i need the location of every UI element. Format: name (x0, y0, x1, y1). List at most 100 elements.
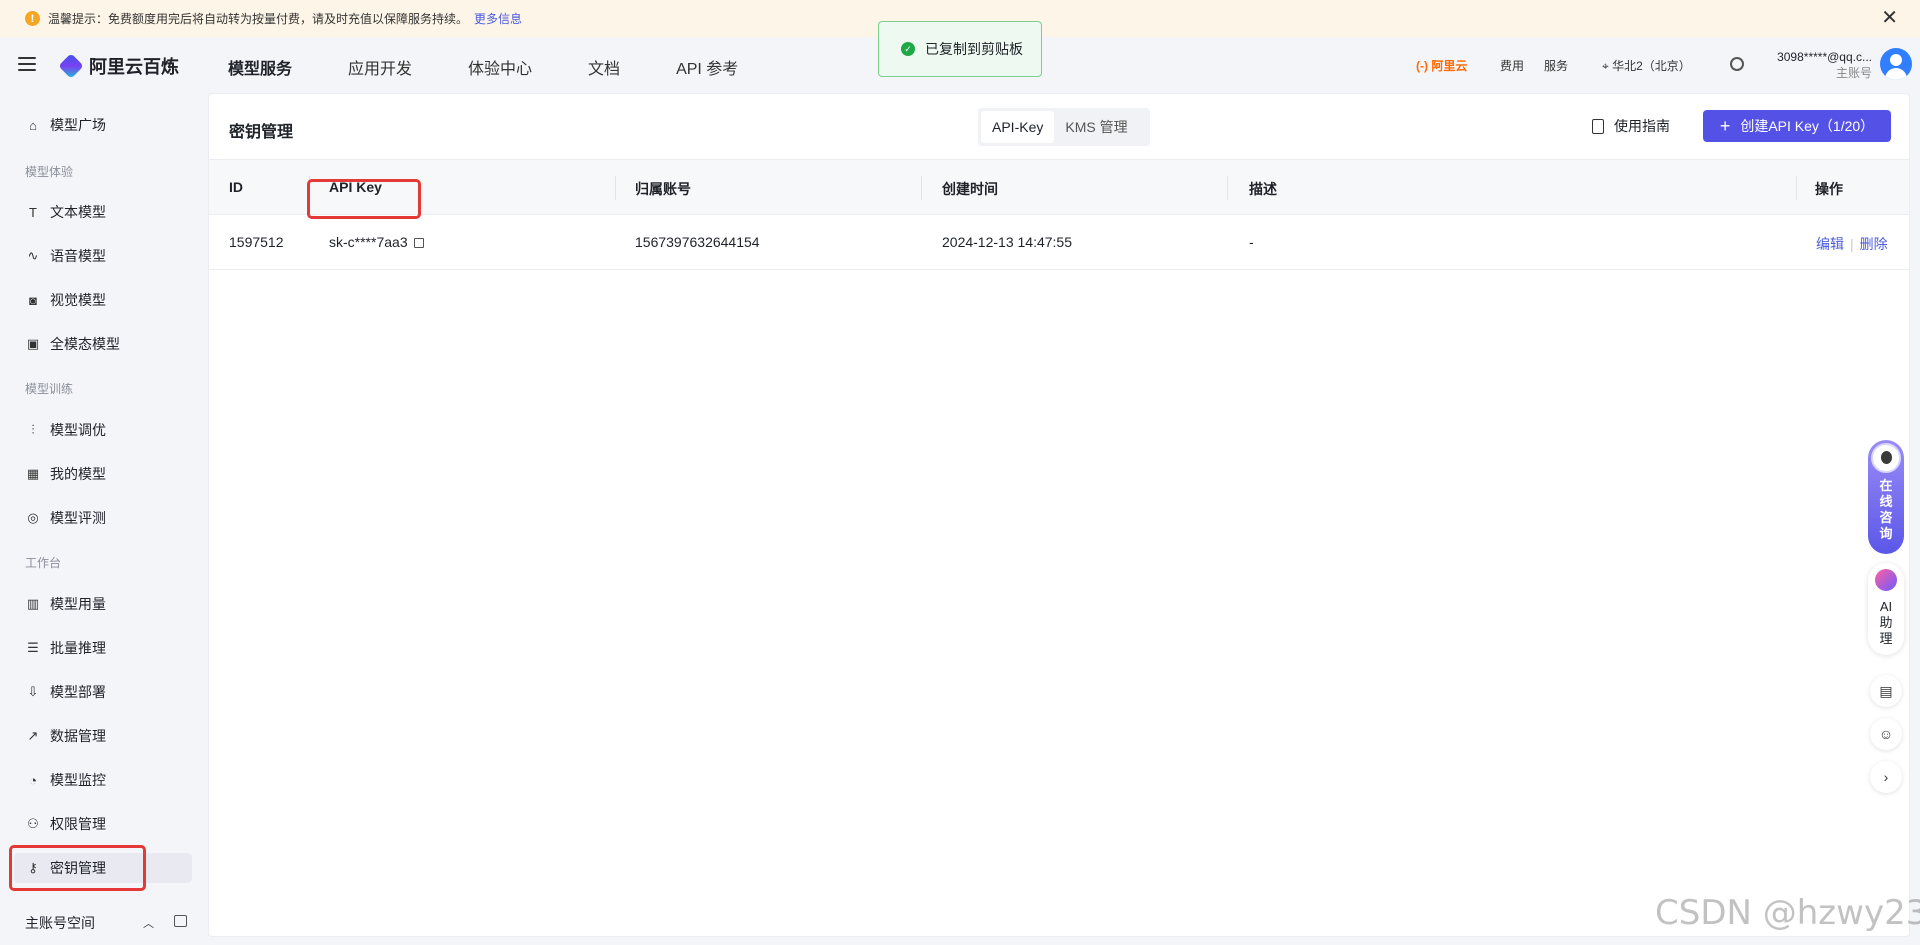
main-panel: 密钥管理 API-Key KMS 管理 使用指南 + 创建API Key（1/2… (208, 93, 1910, 937)
sidebar-group-workbench: 工作台 (25, 556, 62, 570)
sidebar-item-key-management[interactable]: ⚷ 密钥管理 (14, 853, 192, 883)
aliyun-logo[interactable]: (-) 阿里云 (1416, 57, 1467, 74)
sidebar-item-my-models[interactable]: ▦ 我的模型 (25, 459, 190, 489)
sidebar-item-label: 模型监控 (50, 772, 106, 788)
watermark: CSDN @hzwy23 (1655, 893, 1920, 933)
tab-kms[interactable]: KMS 管理 (1054, 111, 1138, 143)
sidebar-item-label: 模型评测 (50, 510, 106, 526)
create-api-key-button[interactable]: + 创建API Key（1/20） (1703, 110, 1891, 142)
nav-api-reference[interactable]: API 参考 (676, 55, 738, 79)
sidebar-item-omni-model[interactable]: ▣ 全模态模型 (25, 329, 190, 359)
collapse-panel-icon[interactable] (174, 915, 187, 927)
logo[interactable]: 阿里云百炼 (58, 53, 179, 79)
sliders-icon: ⫶ (31, 422, 35, 437)
delete-link[interactable]: 删除 (1860, 236, 1888, 252)
sidebar-item-label: 模型用量 (50, 596, 106, 612)
sidebar: ⌂ 模型广场 模型体验 T 文本模型 ∿ 语音模型 ◙ 视觉模型 ▣ 全模态模型… (0, 93, 200, 945)
key-tabs: API-Key KMS 管理 (978, 108, 1150, 146)
toast-text: 已复制到剪贴板 (925, 41, 1023, 57)
table-row: 1597512 sk-c****7aa3 1567397632644154 20… (209, 215, 1909, 270)
waveform-icon: ∿ (27, 248, 39, 263)
bar-chart-icon: ▥ (26, 596, 40, 611)
sidebar-item-batch[interactable]: ☰ 批量推理 (25, 633, 190, 663)
sidebar-item-label: 批量推理 (50, 640, 106, 656)
edit-link[interactable]: 编辑 (1816, 236, 1844, 252)
sidebar-item-model-square[interactable]: ⌂ 模型广场 (25, 110, 190, 140)
nav-experience-center[interactable]: 体验中心 (468, 55, 532, 79)
sidebar-group-experience: 模型体验 (25, 165, 74, 179)
chevron-right-icon[interactable]: › (1870, 761, 1902, 793)
nav-app-dev[interactable]: 应用开发 (348, 55, 412, 79)
sidebar-item-data[interactable]: ↗ 数据管理 (25, 721, 190, 751)
smiley-icon[interactable]: ☺ (1870, 718, 1902, 750)
api-key-value: sk-c****7aa3 (329, 234, 408, 250)
column-header-id: ID (229, 179, 243, 195)
sidebar-item-usage[interactable]: ▥ 模型用量 (25, 589, 190, 619)
document-icon (1592, 118, 1604, 134)
sidebar-item-label: 语音模型 (50, 248, 106, 264)
ai-assistant-button[interactable]: AI 助理 (1868, 563, 1904, 655)
tab-api-key[interactable]: API-Key (981, 111, 1055, 143)
sidebar-item-label: 文本模型 (50, 204, 106, 220)
top-nav: 模型服务 应用开发 体验中心 文档 API 参考 (228, 55, 794, 79)
close-icon[interactable]: ✕ (1881, 8, 1898, 28)
service-link[interactable]: 服务 (1544, 57, 1568, 74)
notice-more-link[interactable]: 更多信息 (474, 10, 522, 27)
nav-model-service[interactable]: 模型服务 (228, 55, 292, 79)
table-header: ID API Key 归属账号 创建时间 描述 操作 (209, 159, 1909, 215)
plus-icon: + (1719, 116, 1731, 136)
sidebar-item-evaluation[interactable]: ◎ 模型评测 (25, 503, 190, 533)
trend-icon: ↗ (27, 728, 39, 743)
online-consult-button[interactable]: 在线咨询 (1868, 440, 1904, 554)
nav-docs[interactable]: 文档 (588, 55, 620, 79)
gear-icon[interactable] (1730, 57, 1744, 71)
avatar[interactable] (1880, 48, 1912, 80)
page-title: 密钥管理 (229, 124, 294, 141)
account-email: 3098*****@qq.c... (1777, 50, 1872, 64)
sidebar-item-label: 我的模型 (50, 466, 106, 482)
key-icon: ⚷ (28, 860, 38, 875)
account-type: 主账号 (1835, 66, 1872, 80)
grid-icon: ▦ (26, 466, 40, 481)
sidebar-group-training: 模型训练 (25, 382, 74, 396)
sidebar-item-label: 视觉模型 (50, 292, 106, 308)
copy-icon[interactable] (413, 238, 424, 248)
sidebar-item-monitor[interactable]: ◔ 模型监控 (25, 765, 190, 795)
text-icon: T (29, 204, 37, 220)
account-info[interactable]: 3098*****@qq.c... 主账号 (1772, 49, 1872, 81)
document-icon[interactable]: ▤ (1870, 675, 1902, 707)
column-header-account: 归属账号 (635, 181, 691, 197)
ai-orb-icon (1875, 569, 1897, 591)
model-square-icon: ⌂ (29, 117, 37, 133)
column-header-actions: 操作 (1815, 181, 1843, 197)
usage-guide-link[interactable]: 使用指南 (1592, 116, 1670, 136)
column-header-created: 创建时间 (942, 181, 998, 197)
cell-actions: 编辑 | 删除 (1816, 236, 1888, 252)
region-label: 华北2（北京） (1612, 59, 1691, 73)
sidebar-item-audio-model[interactable]: ∿ 语音模型 (25, 241, 190, 271)
menu-icon[interactable] (18, 57, 36, 71)
location-icon: ⌖ (1602, 59, 1613, 73)
workspace-switcher[interactable]: 主账号空间 ︿ (25, 913, 187, 933)
copied-toast: ✓ 已复制到剪贴板 (878, 21, 1042, 77)
sidebar-item-deploy[interactable]: ⇩ 模型部署 (25, 677, 190, 707)
region-selector[interactable]: ⌖ 华北2（北京） (1602, 57, 1691, 74)
pie-icon: ◔ (29, 772, 37, 788)
sidebar-item-text-model[interactable]: T 文本模型 (25, 197, 190, 227)
api-key-table: ID API Key 归属账号 创建时间 描述 操作 1597512 sk-c*… (209, 159, 1909, 270)
logo-icon (58, 53, 84, 79)
chevron-up-icon[interactable]: ︿ (143, 915, 154, 931)
sidebar-item-permissions[interactable]: ⚇ 权限管理 (25, 809, 190, 839)
camera-icon: ◙ (29, 292, 37, 308)
user-icon: ⚇ (27, 816, 39, 831)
omni-icon: ▣ (26, 336, 40, 351)
usage-guide-label: 使用指南 (1614, 118, 1670, 134)
fee-link[interactable]: 费用 (1500, 57, 1524, 74)
cell-api-key: sk-c****7aa3 (329, 234, 424, 250)
sidebar-item-label: 模型广场 (50, 117, 106, 133)
notice-text: 温馨提示：免费额度用完后将自动转为按量付费，请及时充值以保障服务持续。 (48, 12, 469, 26)
sidebar-item-fine-tune[interactable]: ⫶ 模型调优 (25, 415, 190, 445)
sidebar-item-vision-model[interactable]: ◙ 视觉模型 (25, 285, 190, 315)
column-header-api-key: API Key (329, 179, 382, 195)
sidebar-item-label: 模型部署 (50, 684, 106, 700)
